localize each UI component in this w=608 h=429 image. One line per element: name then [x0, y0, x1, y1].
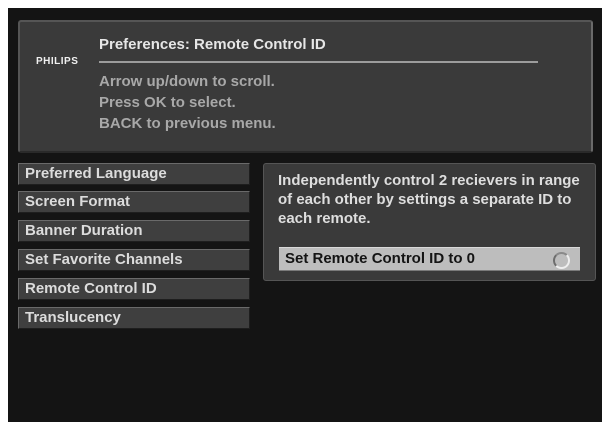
menu-item-screen-format[interactable]: Screen Format — [18, 191, 250, 213]
menu-item-set-favorite-channels[interactable]: Set Favorite Channels — [18, 249, 250, 271]
instructions: Arrow up/down to scroll. Press OK to sel… — [99, 71, 276, 134]
menu-item-translucency[interactable]: Translucency — [18, 307, 250, 329]
tv-screen: PHILIPS Preferences: Remote Control ID A… — [8, 8, 602, 422]
instruction-back: BACK to previous menu. — [99, 115, 276, 132]
setting-description: Independently control 2 recievers in ran… — [278, 172, 580, 227]
philips-logo: PHILIPS — [36, 56, 79, 67]
menu-item-remote-control-id[interactable]: Remote Control ID — [18, 278, 250, 300]
info-panel: Independently control 2 recievers in ran… — [263, 163, 596, 281]
header-panel: PHILIPS Preferences: Remote Control ID A… — [18, 20, 593, 153]
remote-id-option-label: Set Remote Control ID to 0 — [285, 250, 476, 267]
instruction-scroll: Arrow up/down to scroll. — [99, 73, 275, 90]
instruction-select: Press OK to select. — [99, 94, 236, 111]
page-title: Preferences: Remote Control ID — [99, 36, 326, 53]
menu-item-banner-duration[interactable]: Banner Duration — [18, 220, 250, 242]
title-divider — [99, 61, 538, 63]
remote-id-option[interactable]: Set Remote Control ID to 0 — [279, 247, 580, 271]
menu-item-preferred-language[interactable]: Preferred Language — [18, 163, 250, 185]
radio-button-icon[interactable] — [553, 252, 570, 269]
